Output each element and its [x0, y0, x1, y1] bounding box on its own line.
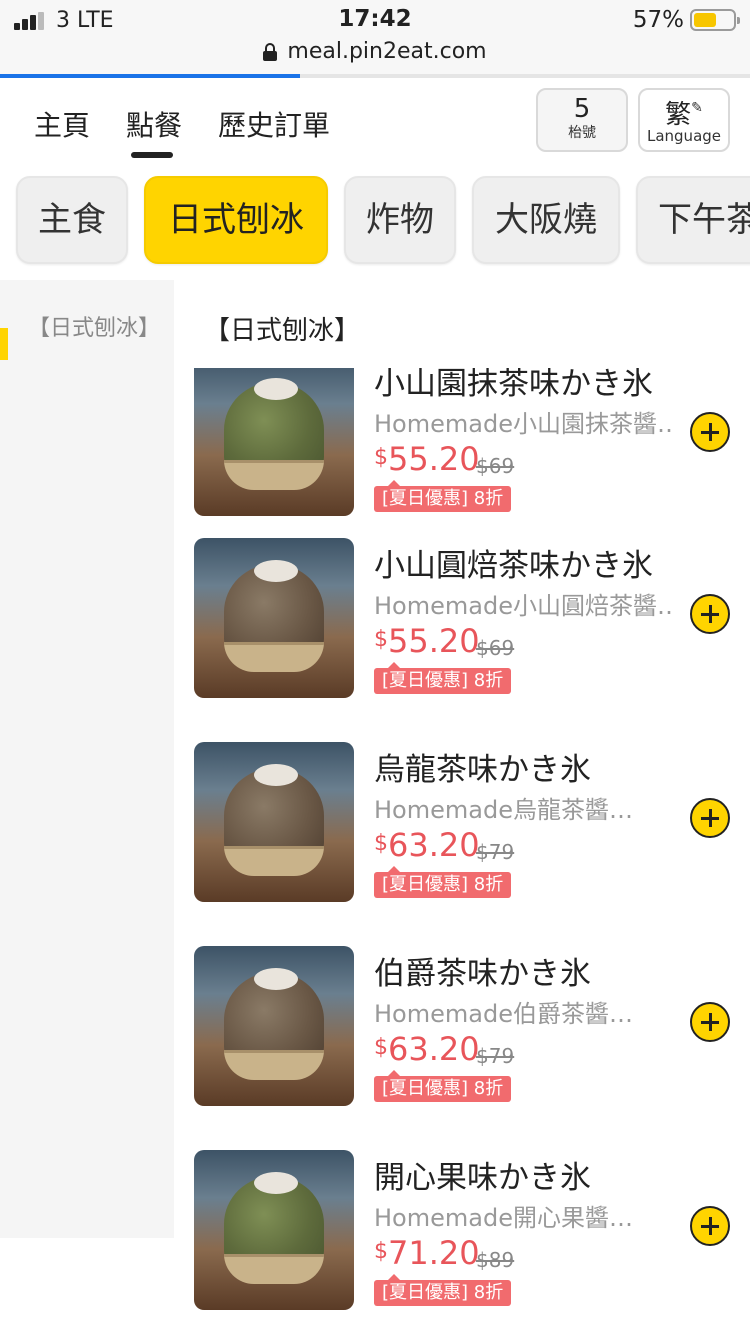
menu-item[interactable]: 伯爵茶味かき氷 Homemade伯爵茶醬… $63.20 $79 [夏日優惠] …: [174, 946, 750, 1116]
address-bar[interactable]: meal.pin2eat.com: [0, 39, 750, 74]
add-to-cart-button[interactable]: [690, 1206, 730, 1246]
price-amount: 63.20: [388, 1030, 480, 1068]
promo-badge: [夏日優惠] 8折: [374, 480, 512, 512]
battery-percent: 57%: [632, 7, 684, 33]
category-tab-fried[interactable]: 炸物: [344, 176, 456, 264]
promo-badge: [夏日優惠] 8折: [374, 1274, 512, 1306]
original-price: $69: [476, 636, 515, 660]
price-amount: 63.20: [388, 826, 480, 864]
menu-item-name[interactable]: 小山圓焙茶味かき氷: [374, 540, 653, 585]
promo-badge: [夏日優惠] 8折: [374, 866, 512, 898]
menu-content: 【日式刨冰】 小山園抹茶味かき氷 Homemade小山園抹茶醬… $55.20 …: [174, 280, 750, 1334]
add-to-cart-button[interactable]: [690, 594, 730, 634]
menu-item[interactable]: 小山圓焙茶味かき氷 Homemade小山圓焙茶醬… $55.20 $69 [夏日…: [174, 538, 750, 708]
sidebar-item-shaved-ice[interactable]: 【日式刨冰】: [28, 314, 160, 344]
menu-item-description-overflow: [374, 1022, 674, 1028]
nav-order-history[interactable]: 歷史訂單: [218, 104, 330, 144]
top-nav: 主頁 點餐 歷史訂單 5 枱號 繁✎ Language: [0, 78, 750, 168]
add-to-cart-button[interactable]: [690, 798, 730, 838]
menu-item[interactable]: 小山園抹茶味かき氷 Homemade小山園抹茶醬… $55.20 $69 [夏日…: [174, 368, 750, 526]
menu-item-photo[interactable]: [194, 742, 354, 902]
original-price: $79: [476, 1044, 515, 1068]
category-tab-shaved-ice[interactable]: 日式刨冰: [144, 176, 328, 264]
status-bar: 3 LTE 17:42 57%: [0, 0, 750, 40]
lock-icon: [263, 42, 278, 61]
currency-symbol: $: [374, 627, 388, 652]
category-sidebar: 【日式刨冰】: [0, 280, 174, 1238]
menu-item-price: $71.20: [374, 1234, 480, 1272]
menu-item-description-overflow: [374, 432, 674, 438]
menu-item-description-overflow: [374, 614, 674, 620]
category-tabs: 主食 日式刨冰 炸物 大阪燒 下午茶: [0, 168, 750, 278]
add-to-cart-button[interactable]: [690, 412, 730, 452]
menu-item-list[interactable]: 小山園抹茶味かき氷 Homemade小山園抹茶醬… $55.20 $69 [夏日…: [174, 368, 750, 1334]
menu-item-price: $55.20: [374, 622, 480, 660]
menu-item-name[interactable]: 小山園抹茶味かき氷: [374, 368, 653, 403]
original-price: $89: [476, 1248, 515, 1272]
nav-order[interactable]: 點餐: [126, 104, 182, 144]
currency-symbol: $: [374, 445, 388, 470]
add-to-cart-button[interactable]: [690, 1002, 730, 1042]
section-title: 【日式刨冰】: [204, 316, 361, 346]
language-button[interactable]: 繁✎ Language: [638, 88, 730, 152]
original-price: $79: [476, 840, 515, 864]
menu-item-description-overflow: [374, 818, 674, 824]
language-current: 繁: [665, 100, 692, 130]
menu-item-name[interactable]: 開心果味かき氷: [374, 1152, 591, 1197]
menu-item-photo[interactable]: [194, 538, 354, 698]
language-label: Language: [646, 127, 722, 145]
promo-badge: [夏日優惠] 8折: [374, 662, 512, 694]
currency-symbol: $: [374, 1239, 388, 1264]
menu-item-name[interactable]: 伯爵茶味かき氷: [374, 948, 591, 993]
nav-home[interactable]: 主頁: [34, 104, 90, 144]
edit-pencil-icon: ✎: [691, 100, 703, 116]
nav-active-indicator: [131, 152, 173, 158]
battery-fill: [694, 13, 716, 27]
menu-item-photo[interactable]: [194, 946, 354, 1106]
menu-item[interactable]: 烏龍茶味かき氷 Homemade烏龍茶醬… $63.20 $79 [夏日優惠] …: [174, 742, 750, 912]
battery-icon: [690, 9, 740, 31]
table-number: 5: [573, 94, 591, 124]
menu-item-photo[interactable]: [194, 368, 354, 516]
sidebar-active-marker: [0, 328, 8, 360]
url-text[interactable]: meal.pin2eat.com: [287, 39, 486, 64]
original-price: $69: [476, 454, 515, 478]
price-amount: 71.20: [388, 1234, 480, 1272]
table-number-label: 枱號: [568, 125, 596, 141]
price-amount: 55.20: [388, 440, 480, 478]
price-amount: 55.20: [388, 622, 480, 660]
table-number-button[interactable]: 5 枱號: [536, 88, 628, 152]
menu-item-price: $63.20: [374, 826, 480, 864]
menu-item-price: $63.20: [374, 1030, 480, 1068]
menu-item-photo[interactable]: [194, 1150, 354, 1310]
currency-symbol: $: [374, 1035, 388, 1060]
category-tab-main[interactable]: 主食: [16, 176, 128, 264]
menu-item[interactable]: 開心果味かき氷 Homemade開心果醬… $71.20 $89 [夏日優惠] …: [174, 1150, 750, 1320]
category-tab-okonomiyaki[interactable]: 大阪燒: [472, 176, 620, 264]
category-tab-afternoon-tea[interactable]: 下午茶: [636, 176, 750, 264]
promo-badge: [夏日優惠] 8折: [374, 1070, 512, 1102]
currency-symbol: $: [374, 831, 388, 856]
menu-item-price: $55.20: [374, 440, 480, 478]
menu-item-name[interactable]: 烏龍茶味かき氷: [374, 744, 591, 789]
menu-item-description-overflow: [374, 1226, 674, 1232]
